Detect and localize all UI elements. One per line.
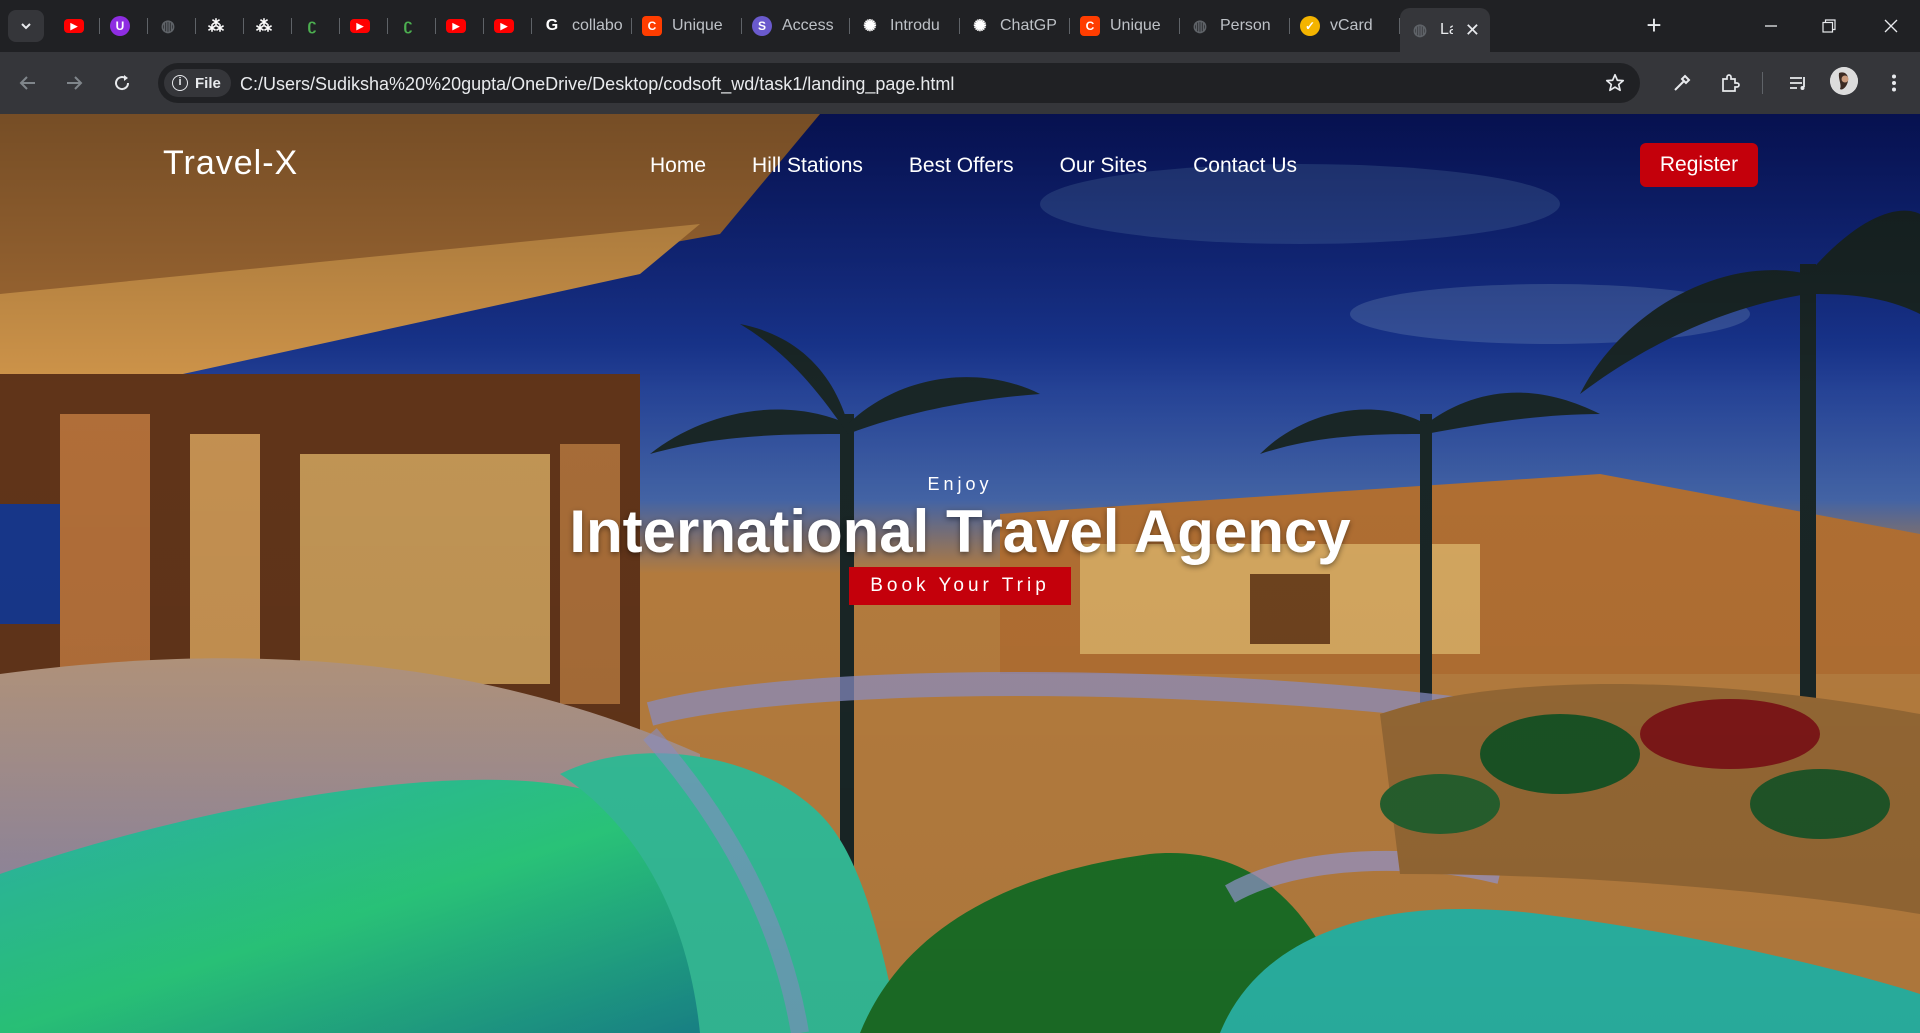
tab-search-button[interactable] xyxy=(8,10,44,42)
browser-tab[interactable]: ◍ xyxy=(148,8,196,44)
browser-tab[interactable]: U xyxy=(100,8,148,44)
globe-icon: ◍ xyxy=(1413,22,1427,39)
book-trip-button[interactable]: Book Your Trip xyxy=(849,567,1071,605)
leetcode-icon: ʗ xyxy=(307,17,317,34)
browser-tab-title: Person xyxy=(1220,17,1271,34)
browser-tab[interactable]: ▶ xyxy=(340,8,388,44)
u-icon: U xyxy=(110,16,130,36)
browser-tab[interactable]: ⁂ xyxy=(244,8,292,44)
extensions-button[interactable] xyxy=(1716,69,1744,97)
profile-avatar-icon xyxy=(1830,67,1858,95)
dice-icon: ⁂ xyxy=(208,18,224,35)
openai-icon: ✺ xyxy=(863,18,877,35)
browser-tab-title: Access xyxy=(782,17,834,34)
close-tab-icon[interactable]: ✕ xyxy=(1465,20,1480,41)
site-info-chip[interactable]: i File xyxy=(164,69,231,97)
s-icon: S xyxy=(752,16,772,36)
nav-link-our-sites[interactable]: Our Sites xyxy=(1060,154,1148,178)
eyedropper-icon xyxy=(1674,74,1691,91)
youtube-icon: ▶ xyxy=(494,19,514,33)
c-icon: C xyxy=(642,16,662,36)
forward-button[interactable] xyxy=(58,67,90,99)
browser-tab[interactable]: ◍ Person xyxy=(1180,8,1290,44)
dice-icon: ⁂ xyxy=(256,18,272,35)
leetcode-icon: ʗ xyxy=(403,17,413,34)
arrow-left-icon xyxy=(19,76,35,90)
nav-link-home[interactable]: Home xyxy=(650,154,706,178)
browser-tab-title: Introdu xyxy=(890,17,940,34)
browser-tab[interactable]: ◍ La ✕ xyxy=(1400,8,1490,52)
browser-menu-button[interactable] xyxy=(1880,69,1908,97)
browser-tab[interactable]: ▶ xyxy=(436,8,484,44)
nav-link-best-offers[interactable]: Best Offers xyxy=(909,154,1014,178)
browser-tab-title: ChatGP xyxy=(1000,17,1057,34)
site-header: Travel-X Home Hill Stations Best Offers … xyxy=(0,114,1920,214)
origin-chip-label: File xyxy=(195,74,221,92)
restore-icon xyxy=(1822,19,1836,33)
browser-tab-title: Unique xyxy=(1110,17,1161,34)
puzzle-icon xyxy=(1722,74,1740,92)
browser-tab[interactable]: ⁂ xyxy=(196,8,244,44)
globe-icon: ◍ xyxy=(1193,18,1207,35)
browser-tab-strip: ▶ U ◍ ⁂ ⁂ ʗ ▶ ʗ ▶ ▶ Gcollabo C Unique S Access ✺ Introdu… xyxy=(0,0,1920,52)
google-icon: G xyxy=(545,17,559,34)
eyedropper-extension-button[interactable] xyxy=(1668,69,1696,97)
arrow-right-icon xyxy=(67,76,83,90)
nav-link-contact-us[interactable]: Contact Us xyxy=(1193,154,1297,178)
browser-tab[interactable]: ▶ xyxy=(484,8,532,44)
browser-tab-title: collabo xyxy=(572,17,622,34)
info-icon: i xyxy=(172,75,188,91)
browser-tab[interactable]: ✺ ChatGP xyxy=(960,8,1070,44)
playlist-icon xyxy=(1790,77,1805,90)
profile-avatar[interactable] xyxy=(1830,67,1858,95)
hero-title: International Travel Agency xyxy=(569,498,1351,565)
bookmark-star-icon[interactable] xyxy=(1604,72,1626,94)
minimize-icon xyxy=(1765,25,1777,27)
close-window-button[interactable] xyxy=(1862,0,1920,52)
chevron-down-icon xyxy=(21,23,31,30)
minimize-button[interactable] xyxy=(1742,0,1800,52)
browser-toolbar: i File C:/Users/Sudiksha%20%20gupta/OneD… xyxy=(0,52,1920,114)
register-button[interactable]: Register xyxy=(1640,143,1758,187)
toolbar-divider xyxy=(1762,72,1763,94)
youtube-icon: ▶ xyxy=(350,19,370,33)
browser-tab-title: La xyxy=(1440,21,1453,38)
browser-tab[interactable]: ʗ xyxy=(388,8,436,44)
site-logo[interactable]: Travel-X xyxy=(163,144,298,183)
c-icon: C xyxy=(1080,16,1100,36)
media-controls-button[interactable] xyxy=(1784,69,1812,97)
browser-tab-title: vCard xyxy=(1330,17,1373,34)
reload-icon xyxy=(115,75,130,91)
browser-tab[interactable]: C Unique xyxy=(632,8,742,44)
youtube-icon: ▶ xyxy=(64,19,84,33)
vcard-icon: ✓ xyxy=(1300,16,1320,36)
hero-eyebrow: Enjoy xyxy=(927,474,993,494)
reload-button[interactable] xyxy=(106,67,138,99)
page-viewport: Travel-X Home Hill Stations Best Offers … xyxy=(0,114,1920,1033)
new-tab-button[interactable]: + xyxy=(1640,12,1668,40)
browser-tab[interactable]: S Access xyxy=(742,8,850,44)
tab-list: ▶ U ◍ ⁂ ⁂ ʗ ▶ ʗ ▶ ▶ Gcollabo C Unique S Access ✺ Introdu… xyxy=(54,8,1490,52)
close-icon xyxy=(1884,19,1898,33)
nav-link-hill-stations[interactable]: Hill Stations xyxy=(752,154,863,178)
youtube-icon: ▶ xyxy=(446,19,466,33)
browser-tab[interactable]: ʗ xyxy=(292,8,340,44)
browser-tab-title: Unique xyxy=(672,17,723,34)
browser-tab[interactable]: Gcollabo xyxy=(532,8,632,44)
globe-icon: ◍ xyxy=(161,18,175,35)
address-url[interactable]: C:/Users/Sudiksha%20%20gupta/OneDrive/De… xyxy=(240,74,954,95)
restore-button[interactable] xyxy=(1800,0,1858,52)
address-bar[interactable]: i File C:/Users/Sudiksha%20%20gupta/OneD… xyxy=(158,63,1640,103)
main-menu: Home Hill Stations Best Offers Our Sites… xyxy=(650,154,1297,178)
more-vertical-icon xyxy=(1892,74,1896,92)
hero-section: Enjoy International Travel Agency Book Y… xyxy=(560,474,1360,605)
openai-icon: ✺ xyxy=(973,18,987,35)
back-button[interactable] xyxy=(12,67,44,99)
browser-tab[interactable]: ✓ vCard xyxy=(1290,8,1400,44)
browser-tab[interactable]: C Unique xyxy=(1070,8,1180,44)
browser-tab[interactable]: ▶ xyxy=(54,8,100,44)
browser-tab[interactable]: ✺ Introdu xyxy=(850,8,960,44)
